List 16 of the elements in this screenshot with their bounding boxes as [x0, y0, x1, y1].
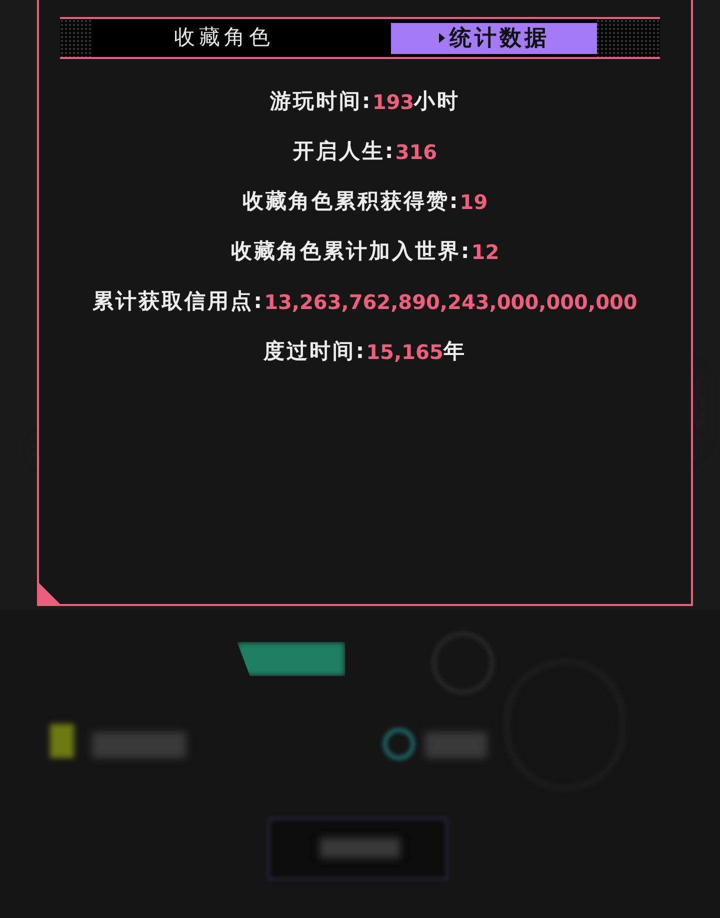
stat-unit: 年	[443, 338, 466, 366]
stat-value: 316	[395, 139, 438, 166]
tab[interactable]: 统计数据	[391, 22, 597, 54]
stat-value: 15,165	[366, 339, 444, 366]
stat-label: 收藏角色累计加入世界:	[230, 238, 472, 266]
stat-label: 累计获取信用点:	[92, 288, 264, 316]
stat-label: 开启人生:	[292, 138, 396, 166]
stat-value: 193	[372, 89, 414, 116]
stat-label: 游玩时间:	[270, 88, 372, 116]
stat-label: 度过时间:	[264, 338, 366, 366]
stat-value: 13,263,762,890,243,000,000,000	[264, 289, 638, 316]
stat-label: 收藏角色累积获得赞:	[242, 188, 460, 216]
stat-unit: 小时	[414, 88, 460, 116]
stat-value: 12	[471, 239, 500, 266]
caret-icon	[438, 33, 444, 43]
stat-value: 19	[460, 189, 488, 216]
